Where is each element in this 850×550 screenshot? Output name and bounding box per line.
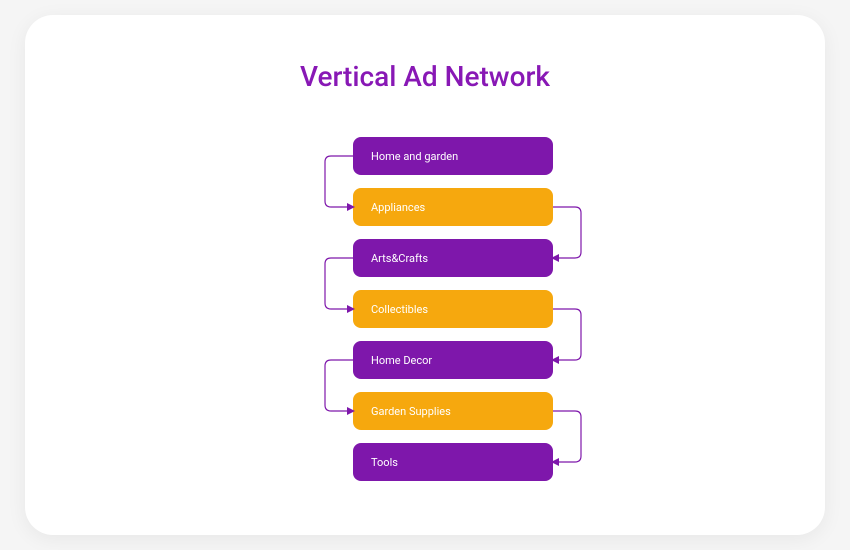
connector-2-3 <box>325 258 353 309</box>
connector-1-2 <box>553 207 581 258</box>
block-appliances: Appliances <box>353 188 553 226</box>
block-label: Arts&Crafts <box>371 252 428 265</box>
block-collectibles: Collectibles <box>353 290 553 328</box>
block-label: Home Decor <box>371 354 432 367</box>
block-stack: Home and garden Appliances Arts&Crafts C… <box>353 137 553 494</box>
block-label: Tools <box>371 456 398 469</box>
block-label: Appliances <box>371 201 425 214</box>
diagram-card: Vertical Ad Network Home and garden Appl… <box>25 15 825 535</box>
block-home-and-garden: Home and garden <box>353 137 553 175</box>
connector-3-4 <box>553 309 581 360</box>
block-home-decor: Home Decor <box>353 341 553 379</box>
connector-4-5 <box>325 360 353 411</box>
block-label: Collectibles <box>371 303 428 316</box>
diagram-title: Vertical Ad Network <box>25 60 825 93</box>
connector-0-1 <box>325 156 353 207</box>
connector-5-6 <box>553 411 581 462</box>
block-garden-supplies: Garden Supplies <box>353 392 553 430</box>
block-label: Garden Supplies <box>371 405 451 418</box>
block-arts-and-crafts: Arts&Crafts <box>353 239 553 277</box>
block-tools: Tools <box>353 443 553 481</box>
block-label: Home and garden <box>371 150 458 163</box>
